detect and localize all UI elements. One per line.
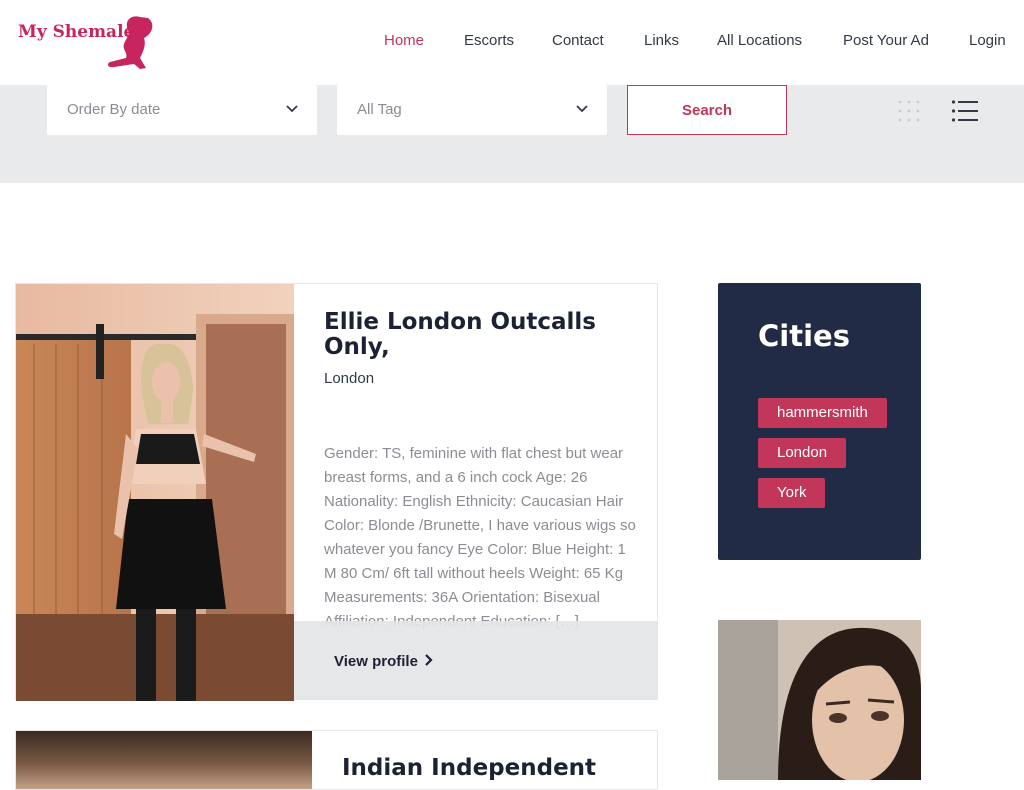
tag-value: All Tag xyxy=(357,101,402,118)
view-profile-link[interactable]: View profile xyxy=(334,653,434,670)
chevron-down-icon xyxy=(576,105,588,113)
nav-login[interactable]: Login xyxy=(969,32,1006,49)
listing-footer: View profile xyxy=(294,621,658,700)
sidebar-profile-photo[interactable] xyxy=(718,620,921,780)
city-tag-york[interactable]: York xyxy=(758,478,826,508)
listing-photo-image xyxy=(16,284,294,701)
city-tag-hammersmith[interactable]: hammersmith xyxy=(758,398,887,428)
main-nav: Home Escorts Contact Links All Locations… xyxy=(0,32,1024,54)
sidebar-photo-image xyxy=(718,620,921,780)
order-by-select[interactable]: Order By date xyxy=(47,85,317,135)
listing-card-2[interactable]: Indian Independent xyxy=(15,730,658,790)
list-view-icon[interactable] xyxy=(951,99,979,123)
nav-contact[interactable]: Contact xyxy=(552,32,604,49)
city-tag-london[interactable]: London xyxy=(758,438,847,468)
listing-body: Ellie London Outcalls Only, London xyxy=(324,310,634,388)
listing-title[interactable]: Ellie London Outcalls Only, xyxy=(324,310,634,360)
nav-home[interactable]: Home xyxy=(384,32,424,49)
listing-photo[interactable] xyxy=(16,284,294,701)
nav-all-locations[interactable]: All Locations xyxy=(717,32,802,49)
view-profile-label: View profile xyxy=(334,653,418,670)
chevron-right-icon xyxy=(425,654,433,666)
filter-bar: Order By date All Tag Search xyxy=(0,85,1024,183)
listing-description: Gender: TS, feminine with flat chest but… xyxy=(324,445,636,630)
chevron-down-icon xyxy=(286,105,298,113)
listing-2-photo[interactable] xyxy=(16,731,312,789)
search-button[interactable]: Search xyxy=(627,85,787,135)
tag-select[interactable]: All Tag xyxy=(337,85,607,135)
grid-view-icon[interactable] xyxy=(896,99,922,123)
site-header: My Shemale Home Escorts Contact Links Al… xyxy=(0,0,1024,85)
listing-city: London xyxy=(324,370,375,387)
cities-widget: Cities hammersmith London York xyxy=(718,283,921,560)
order-by-value: Order By date xyxy=(67,101,161,118)
nav-post-your-ad[interactable]: Post Your Ad xyxy=(843,32,929,49)
cities-title: Cities xyxy=(758,319,850,353)
listing-2-title[interactable]: Indian Independent xyxy=(342,755,596,781)
nav-escorts[interactable]: Escorts xyxy=(464,32,514,49)
nav-links[interactable]: Links xyxy=(644,32,679,49)
listing-card[interactable]: Ellie London Outcalls Only, London Gende… xyxy=(15,283,658,701)
